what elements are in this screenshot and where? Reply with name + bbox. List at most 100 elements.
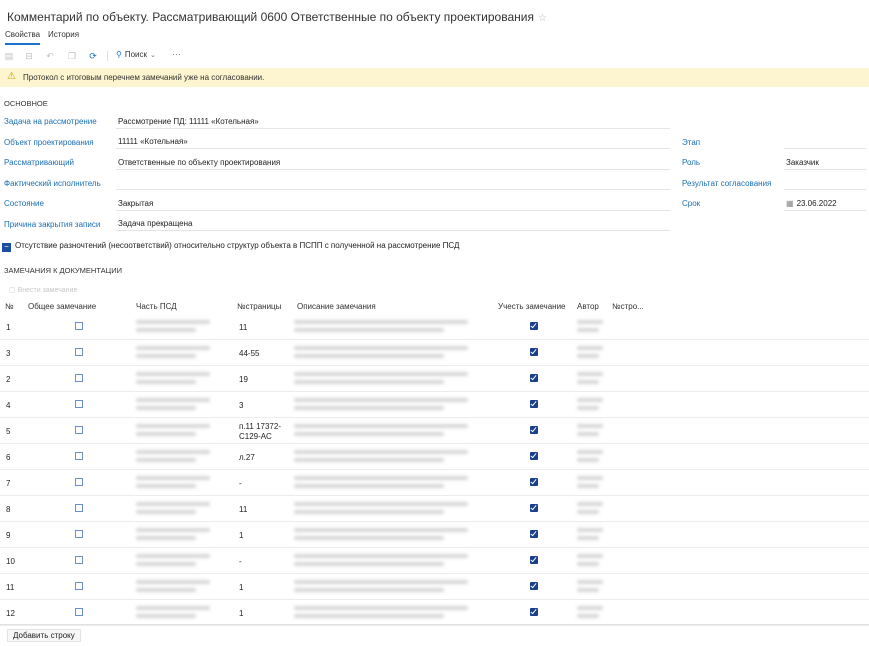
table-row[interactable]: 7- <box>0 470 869 496</box>
favorite-star-icon[interactable]: ☆ <box>538 13 547 24</box>
psd-part-redacted <box>136 502 210 506</box>
account-remark-checkbox[interactable] <box>530 556 538 564</box>
general-remark-checkbox[interactable] <box>75 530 83 538</box>
executor-label[interactable]: Фактический исполнитель <box>4 179 101 188</box>
close-reason-value[interactable]: Задача прекращена <box>116 217 670 231</box>
author-redacted <box>577 476 603 480</box>
general-remark-checkbox[interactable] <box>75 322 83 330</box>
stage-value[interactable] <box>784 135 866 149</box>
psd-part-redacted <box>136 450 210 454</box>
general-remark-checkbox[interactable] <box>75 478 83 486</box>
add-remark-button[interactable]: ▢ Внести замечание <box>9 286 77 294</box>
reviewer-value[interactable]: Ответственные по объекту проектирования <box>116 156 670 170</box>
col-header-psd-part[interactable]: Часть ПСД <box>136 302 177 311</box>
col-header-general[interactable]: Общее замечание <box>28 302 96 311</box>
author-redacted <box>577 398 603 402</box>
general-remark-checkbox[interactable] <box>75 452 83 460</box>
general-remark-checkbox[interactable] <box>75 400 83 408</box>
author-redacted <box>577 502 603 506</box>
account-remark-checkbox[interactable] <box>530 530 538 538</box>
approval-label[interactable]: Результат согласования <box>682 179 771 188</box>
tab-properties[interactable]: Свойства <box>5 30 41 45</box>
table-row[interactable]: 8 11 <box>0 496 869 522</box>
table-row[interactable]: 43 <box>0 392 869 418</box>
author-redacted <box>577 554 603 558</box>
psd-part-redacted <box>136 510 196 514</box>
state-label[interactable]: Состояние <box>4 199 44 208</box>
deadline-value[interactable]: ▦ 23.06.2022 <box>784 197 866 211</box>
general-remark-checkbox[interactable] <box>75 426 83 434</box>
close-reason-label[interactable]: Причина закрытия записи <box>4 220 100 229</box>
account-remark-checkbox[interactable] <box>530 504 538 512</box>
executor-value[interactable] <box>116 176 670 190</box>
table-row[interactable]: 111 <box>0 574 869 600</box>
table-row[interactable]: 6 л.27 <box>0 444 869 470</box>
account-remark-checkbox[interactable] <box>530 478 538 486</box>
task-value[interactable]: Рассмотрение ПД: 11111 «Котельная» <box>116 115 670 129</box>
psd-part-redacted <box>136 536 196 540</box>
col-header-line-num[interactable]: №стро... <box>612 302 644 311</box>
table-row[interactable]: 2 19 <box>0 366 869 392</box>
table-row[interactable]: 91 <box>0 522 869 548</box>
warning-banner: ⚠ Протокол с итоговым перечнем замечаний… <box>0 68 869 87</box>
psd-part-redacted <box>136 398 210 402</box>
toolbar-divider <box>107 51 108 61</box>
collapse-minus-icon[interactable]: − <box>2 243 11 252</box>
psd-part-redacted <box>136 580 210 584</box>
page-number: 1 <box>239 583 244 592</box>
refresh-icon[interactable]: ⟳ <box>87 50 99 62</box>
description-redacted <box>294 380 444 384</box>
author-redacted <box>577 606 603 610</box>
task-label[interactable]: Задача на рассмотрение <box>4 117 97 126</box>
psd-part-redacted <box>136 320 210 324</box>
col-header-author[interactable]: Автор <box>577 302 599 311</box>
col-header-account[interactable]: Учесть замечание <box>498 302 566 311</box>
general-remark-checkbox[interactable] <box>75 582 83 590</box>
role-value[interactable]: Заказчик <box>784 156 866 170</box>
table-row[interactable]: 111 <box>0 314 869 340</box>
description-redacted <box>294 432 444 436</box>
state-value[interactable]: Закрытая <box>116 197 670 211</box>
calendar-icon[interactable]: ▦ <box>786 199 794 208</box>
account-remark-checkbox[interactable] <box>530 400 538 408</box>
add-row-button[interactable]: Добавить строку <box>7 629 81 642</box>
account-remark-checkbox[interactable] <box>530 322 538 330</box>
row-number: 8 <box>6 505 11 514</box>
psd-part-redacted <box>136 528 210 532</box>
save-close-icon[interactable]: ⊟ <box>23 50 35 62</box>
reviewer-label[interactable]: Рассматривающий <box>4 158 74 167</box>
table-row[interactable]: 12 1 <box>0 600 869 626</box>
object-value[interactable]: 11111 «Котельная» <box>116 135 670 149</box>
general-remark-checkbox[interactable] <box>75 608 83 616</box>
account-remark-checkbox[interactable] <box>530 608 538 616</box>
account-remark-checkbox[interactable] <box>530 582 538 590</box>
col-header-num[interactable]: № <box>5 302 14 311</box>
account-remark-checkbox[interactable] <box>530 426 538 434</box>
undo-icon[interactable]: ↶ <box>44 50 56 62</box>
col-header-description[interactable]: Описание замечания <box>297 302 376 311</box>
psd-part-redacted <box>136 432 196 436</box>
approval-value[interactable] <box>784 176 866 190</box>
search-button[interactable]: ⚲ Поиск ⌄ <box>116 50 156 59</box>
role-label[interactable]: Роль <box>682 158 700 167</box>
tab-history[interactable]: История <box>48 30 79 43</box>
object-label[interactable]: Объект проектирования <box>4 138 94 147</box>
more-button[interactable]: ··· <box>172 49 181 59</box>
table-row[interactable]: 10 - <box>0 548 869 574</box>
general-remark-checkbox[interactable] <box>75 348 83 356</box>
account-remark-checkbox[interactable] <box>530 348 538 356</box>
general-remark-checkbox[interactable] <box>75 504 83 512</box>
general-remark-checkbox[interactable] <box>75 556 83 564</box>
copy-icon[interactable]: ❐ <box>66 50 78 62</box>
account-remark-checkbox[interactable] <box>530 452 538 460</box>
table-row[interactable]: 3 44-55 <box>0 340 869 366</box>
description-redacted <box>294 580 468 584</box>
general-remark-checkbox[interactable] <box>75 374 83 382</box>
stage-label[interactable]: Этап <box>682 138 700 147</box>
account-remark-checkbox[interactable] <box>530 374 538 382</box>
deadline-label[interactable]: Срок <box>682 199 700 208</box>
psd-part-redacted <box>136 372 210 376</box>
save-icon[interactable]: ▤ <box>3 50 15 62</box>
table-row[interactable]: 5 п.11 17372- C129-АС <box>0 418 869 444</box>
col-header-page[interactable]: №страницы <box>237 302 281 311</box>
